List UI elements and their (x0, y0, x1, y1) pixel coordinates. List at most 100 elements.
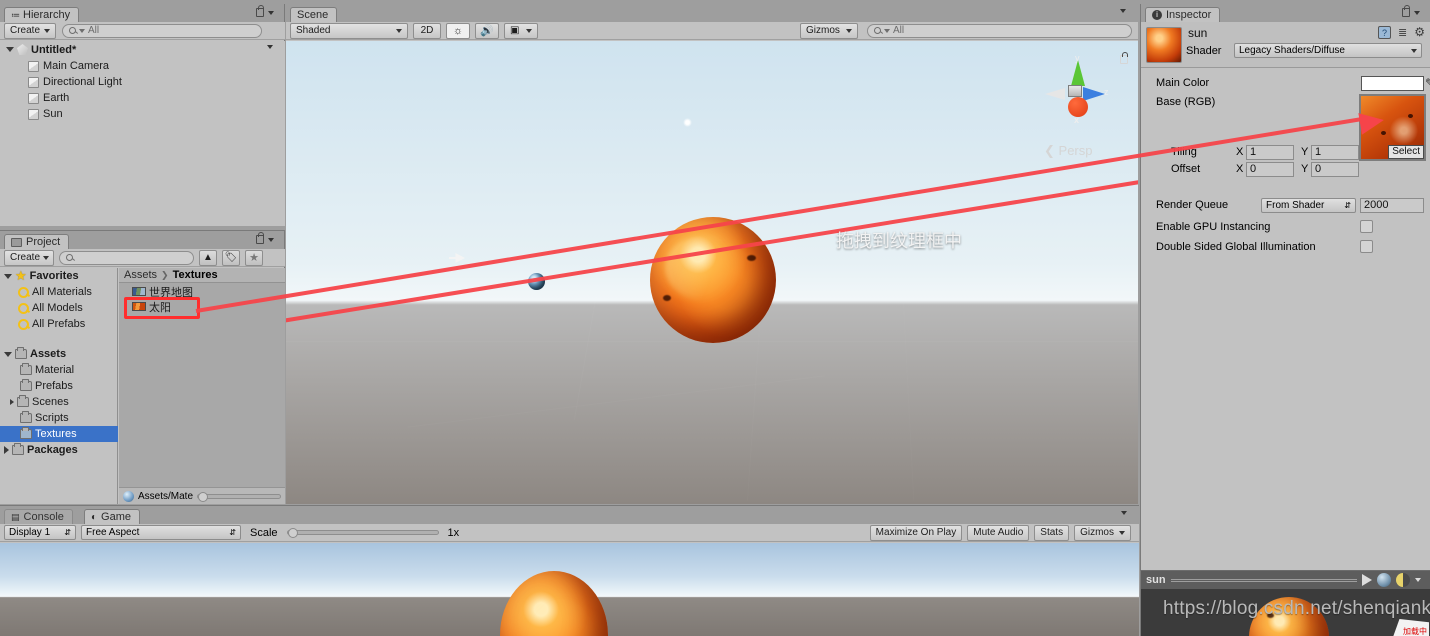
eyedropper-icon[interactable]: ✎ (1425, 76, 1430, 90)
offset-x-input[interactable]: 0 (1246, 162, 1294, 177)
render-queue-dropdown[interactable]: From Shader ⇵ (1261, 198, 1356, 213)
sun-sphere[interactable] (650, 217, 776, 343)
hierarchy-item[interactable]: Directional Light (0, 74, 285, 90)
filter-by-type-button[interactable]: ▲ (199, 250, 217, 266)
lock-icon[interactable] (256, 8, 264, 17)
breadcrumb-textures[interactable]: Textures (173, 269, 218, 281)
tab-hierarchy[interactable]: ≔ Hierarchy (4, 7, 79, 22)
project-create-button[interactable]: Create (4, 250, 54, 266)
zoom-slider[interactable] (197, 494, 281, 499)
help-icon[interactable]: ? (1378, 26, 1391, 39)
game-scale-slider-thumb[interactable] (288, 528, 298, 538)
project-assets-root[interactable]: Assets (0, 346, 117, 362)
chevron-down-icon[interactable] (6, 47, 14, 52)
chevron-right-icon[interactable] (10, 399, 14, 405)
chevron-down-icon[interactable] (1120, 9, 1126, 13)
gear-icon[interactable]: ⚙ (1414, 27, 1425, 38)
tab-scene[interactable]: Scene (290, 7, 337, 22)
project-favorite-item[interactable]: All Materials (0, 284, 117, 300)
scene-orientation-gizmo[interactable]: y z x ❮ Persp (1041, 57, 1111, 129)
project-folder-prefabs[interactable]: Prefabs (0, 378, 117, 394)
game-viewport[interactable] (0, 543, 1139, 636)
scene-lighting-toggle[interactable]: ☼ (446, 23, 470, 39)
project-folder-textures[interactable]: Textures (0, 426, 118, 442)
hierarchy-search-input[interactable]: All (62, 24, 262, 38)
scene-search-input[interactable]: All (867, 24, 1132, 38)
project-packages-root[interactable]: Packages (0, 442, 117, 458)
tiling-y-input[interactable]: 1 (1311, 145, 1359, 160)
favorite-button[interactable]: ★ (245, 250, 263, 266)
chevron-down-icon[interactable] (4, 352, 12, 357)
chevron-down-icon[interactable] (1414, 11, 1420, 15)
game-panel-menu[interactable] (1121, 511, 1131, 515)
scene-draw-mode-dropdown[interactable]: Shaded (290, 23, 408, 39)
hierarchy-item[interactable]: Main Camera (0, 58, 285, 74)
shader-dropdown[interactable]: Legacy Shaders/Diffuse (1234, 43, 1422, 58)
maximize-on-play-button[interactable]: Maximize On Play (870, 525, 963, 541)
tab-inspector[interactable]: i Inspector (1145, 7, 1220, 22)
zoom-slider-thumb[interactable] (198, 492, 208, 502)
chevron-down-icon[interactable] (268, 238, 274, 242)
gizmo-center-cube[interactable] (1068, 85, 1082, 97)
project-favorites-root[interactable]: ★ Favorites (0, 268, 117, 284)
material-preview-thumb[interactable] (1146, 27, 1182, 63)
project-favorite-item[interactable]: All Prefabs (0, 316, 117, 332)
game-display-dropdown[interactable]: Display 1 ⇵ (4, 525, 76, 540)
game-scale-slider[interactable] (287, 530, 439, 535)
scene-viewport-lock-icon[interactable] (1120, 55, 1128, 64)
project-search-input[interactable] (59, 251, 194, 265)
tab-console[interactable]: ▤ Console (4, 509, 73, 524)
game-aspect-dropdown[interactable]: Free Aspect ⇵ (81, 525, 241, 540)
project-folder-scenes[interactable]: Scenes (0, 394, 117, 410)
tab-game[interactable]: ◐ Game (84, 509, 140, 524)
chevron-down-icon[interactable] (1415, 578, 1421, 582)
play-icon[interactable] (1362, 574, 1372, 586)
gizmo-axis-negative[interactable] (1045, 88, 1065, 100)
lock-icon[interactable] (256, 235, 264, 244)
directional-light-gizmo[interactable] (449, 253, 465, 263)
project-panel-menu[interactable] (256, 235, 278, 244)
gpu-instancing-checkbox[interactable] (1360, 220, 1373, 233)
preview-lighting-icon[interactable] (1396, 573, 1410, 587)
chevron-down-icon[interactable] (268, 11, 274, 15)
breadcrumb-assets[interactable]: Assets (124, 269, 157, 281)
lock-icon[interactable] (1402, 8, 1410, 17)
scene-persp-toggle[interactable]: ❮ Persp (1044, 143, 1093, 159)
tiling-x-input[interactable]: 1 (1246, 145, 1294, 160)
main-color-swatch[interactable] (1361, 76, 1424, 91)
stats-button[interactable]: Stats (1034, 525, 1069, 541)
scene-gizmos-dropdown[interactable]: Gizmos (800, 23, 858, 39)
scene-context-menu[interactable] (267, 45, 277, 49)
preview-sphere-icon[interactable] (1377, 573, 1391, 587)
project-folder-material[interactable]: Material (0, 362, 117, 378)
preview-viewport[interactable]: https://blog.csdn.net/shenqiankk 加载中 (1141, 589, 1430, 636)
offset-y-input[interactable]: 0 (1311, 162, 1359, 177)
project-asset-item[interactable]: 世界地图 (119, 284, 285, 299)
chevron-right-icon[interactable] (4, 446, 9, 454)
preset-icon[interactable]: ≣ (1398, 26, 1407, 39)
hierarchy-create-button[interactable]: Create (4, 23, 56, 39)
project-folder-scripts[interactable]: Scripts (0, 410, 117, 426)
chevron-down-icon[interactable] (1121, 511, 1127, 515)
tab-project[interactable]: Project (4, 234, 69, 249)
inspector-panel-menu[interactable] (1402, 8, 1424, 17)
scene-audio-toggle[interactable]: 🔊 (475, 23, 499, 39)
scene-2d-toggle[interactable]: 2D (413, 23, 441, 39)
chevron-down-icon[interactable] (267, 45, 273, 49)
mute-audio-button[interactable]: Mute Audio (967, 525, 1029, 541)
render-queue-input[interactable]: 2000 (1360, 198, 1424, 213)
gizmo-axis-y[interactable] (1071, 60, 1085, 86)
scene-fx-dropdown[interactable]: ▣ (504, 23, 538, 39)
hierarchy-scene-root[interactable]: Untitled* (0, 41, 285, 58)
filter-by-label-button[interactable]: 🏷 (222, 250, 240, 266)
hierarchy-item[interactable]: Earth (0, 90, 285, 106)
project-favorite-item[interactable]: All Models (0, 300, 117, 316)
game-gizmos-dropdown[interactable]: Gizmos (1074, 525, 1131, 541)
hierarchy-item[interactable]: Sun (0, 106, 285, 122)
scene-panel-menu[interactable] (1120, 9, 1130, 13)
gizmo-axis-z[interactable] (1083, 87, 1105, 101)
chevron-down-icon[interactable] (4, 274, 12, 279)
double-sided-checkbox[interactable] (1360, 240, 1373, 253)
hierarchy-panel-menu[interactable] (256, 8, 278, 17)
gizmo-axis-x[interactable] (1068, 97, 1088, 117)
